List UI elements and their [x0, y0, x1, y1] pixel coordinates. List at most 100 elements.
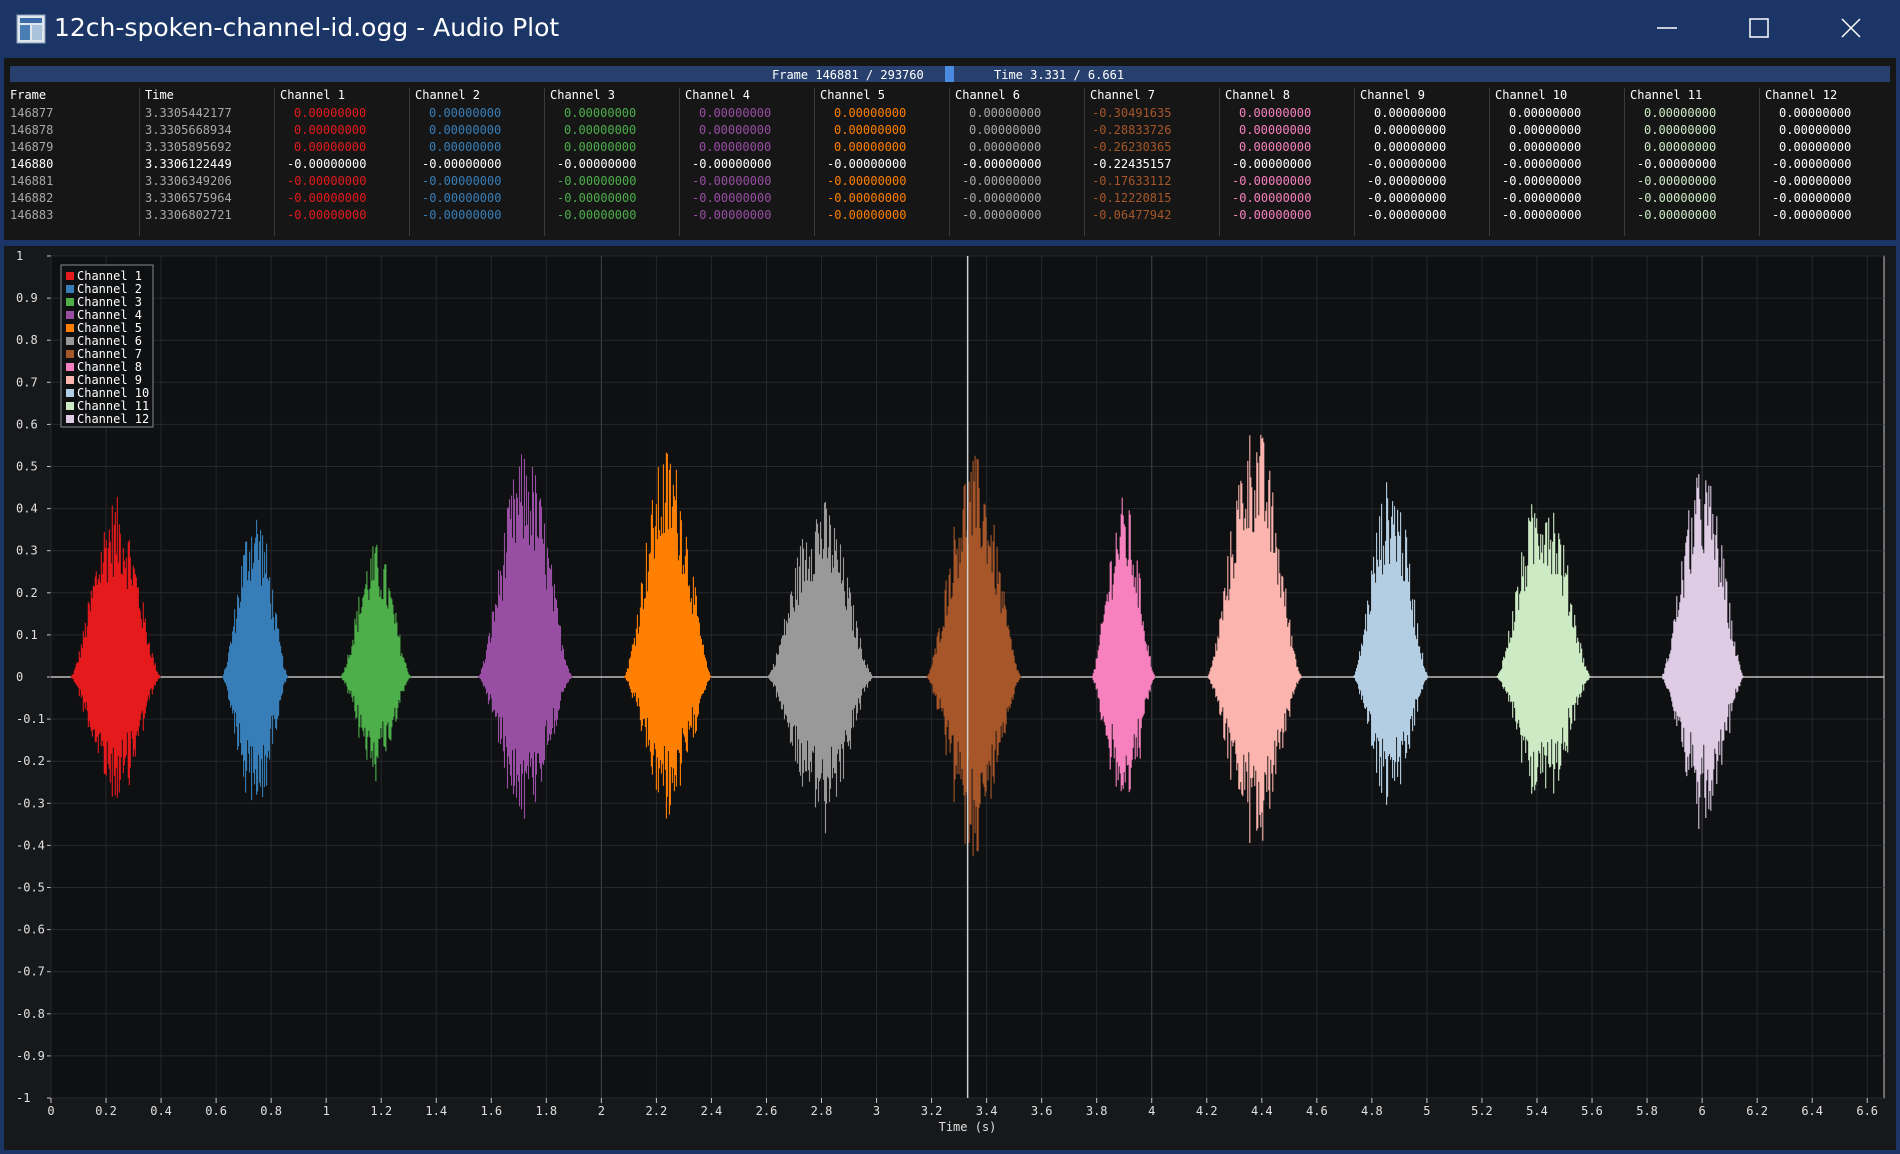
legend-swatch — [66, 298, 74, 306]
table-cell: -0.00000000 — [692, 157, 772, 171]
table-cell: -0.00000000 — [287, 174, 367, 188]
x-tick-label: 5.4 — [1526, 1104, 1548, 1118]
table-cell: -0.22435157 — [1092, 157, 1172, 171]
y-tick-label: 0.6 — [16, 417, 38, 431]
column-divider — [1489, 88, 1490, 236]
table-cell: -0.00000000 — [422, 174, 502, 188]
x-tick-label: 2.4 — [701, 1104, 723, 1118]
table-cell: -0.00000000 — [557, 157, 637, 171]
table-cell: -0.00000000 — [1637, 157, 1717, 171]
table-row[interactable]: 146881 3.3306349206 -0.00000000 -0.00000000… — [4, 173, 1896, 190]
legend-label: Channel 3 — [77, 295, 142, 309]
table-cell: -0.00000000 — [1502, 157, 1582, 171]
table-cell: -0.00000000 — [962, 208, 1042, 222]
legend-swatch — [66, 376, 74, 384]
column-header: Channel 12 — [1765, 88, 1838, 102]
table-cell: -0.12220815 — [1092, 191, 1172, 205]
table-cell: 0.00000000 — [1374, 106, 1447, 120]
table-cell: -0.00000000 — [1772, 208, 1852, 222]
table-cell: 0.00000000 — [1644, 123, 1717, 137]
table-cell: 0.00000000 — [564, 123, 637, 137]
legend-label: Channel 8 — [77, 360, 142, 374]
column-divider — [544, 88, 545, 236]
legend-label: Channel 1 — [77, 269, 142, 283]
table-cell: 0.00000000 — [834, 123, 907, 137]
table-cell: 0.00000000 — [699, 140, 772, 154]
legend-swatch — [66, 402, 74, 410]
y-tick-label: 0 — [16, 670, 23, 684]
column-divider — [949, 88, 950, 236]
x-tick-label: 0.8 — [260, 1104, 282, 1118]
table-row[interactable]: 146880 3.3306122449 -0.00000000 -0.00000000… — [4, 156, 1896, 173]
table-cell: 146879 — [10, 140, 54, 154]
y-tick-label: -0.1 — [16, 712, 45, 726]
table-cell: -0.00000000 — [827, 208, 907, 222]
table-cell: -0.00000000 — [1232, 191, 1312, 205]
table-row[interactable]: 146877 3.3305442177 0.00000000 0.00000000 0.… — [4, 105, 1896, 122]
legend-swatch — [66, 285, 74, 293]
x-tick-label: 5.8 — [1636, 1104, 1658, 1118]
y-tick-label: 0.3 — [16, 544, 38, 558]
legend-label: Channel 2 — [77, 282, 142, 296]
waveform-chart[interactable]: 1 0.9 0.8 0.7 0.6 0.5 0.4 0.3 0.2 0.1 0 -0.1 -0.2 -0.… — [4, 246, 1896, 1150]
table-cell: 146883 — [10, 208, 54, 222]
table-cell: 0.00000000 — [834, 140, 907, 154]
close-button[interactable] — [1806, 0, 1898, 58]
table-row[interactable]: 146878 3.3305668934 0.00000000 0.00000000 0.… — [4, 122, 1896, 139]
x-tick-label: 5.6 — [1581, 1104, 1603, 1118]
table-cell: 0.00000000 — [1374, 123, 1447, 137]
table-cell: -0.00000000 — [962, 191, 1042, 205]
table-row[interactable]: 146882 3.3306575964 -0.00000000 -0.00000000… — [4, 190, 1896, 207]
column-header: Channel 3 — [550, 88, 616, 102]
legend-swatch — [66, 389, 74, 397]
table-cell: 0.00000000 — [1239, 140, 1312, 154]
y-tick-label: -1 — [16, 1091, 30, 1105]
column-header: Channel 6 — [955, 88, 1021, 102]
column-divider — [1624, 88, 1625, 236]
y-tick-label: 0.1 — [16, 628, 38, 642]
table-cell: 0.00000000 — [564, 140, 637, 154]
table-cell: 0.00000000 — [1374, 140, 1447, 154]
table-row[interactable]: 146879 3.3305895692 0.00000000 0.00000000 0.… — [4, 139, 1896, 156]
table-cell: -0.00000000 — [827, 191, 907, 205]
table-cell: -0.00000000 — [557, 174, 637, 188]
table-cell: -0.00000000 — [1232, 174, 1312, 188]
table-cell: -0.00000000 — [557, 208, 637, 222]
table-cell: 146882 — [10, 191, 54, 205]
table-cell: 0.00000000 — [834, 106, 907, 120]
position-handle[interactable] — [945, 66, 954, 82]
table-cell: 3.3305895692 — [145, 140, 232, 154]
column-header: Channel 4 — [685, 88, 751, 102]
column-divider — [409, 88, 410, 236]
minimize-button[interactable] — [1622, 0, 1714, 58]
table-cell: -0.00000000 — [287, 191, 367, 205]
column-divider — [814, 88, 815, 236]
column-header: Channel 5 — [820, 88, 886, 102]
table-row[interactable]: 146883 3.3306802721 -0.00000000 -0.00000000… — [4, 207, 1896, 224]
maximize-button[interactable] — [1714, 0, 1806, 58]
table-cell: 3.3306122449 — [145, 157, 232, 171]
x-tick-label: 1.2 — [370, 1104, 392, 1118]
column-divider — [274, 88, 275, 236]
column-header: Frame — [10, 88, 47, 102]
y-tick-label: -0.2 — [16, 754, 45, 768]
y-tick-label: 0.7 — [16, 375, 38, 389]
audio-plot[interactable]: 1 0.9 0.8 0.7 0.6 0.5 0.4 0.3 0.2 0.1 0 -0.1 -0.2 -0.… — [4, 246, 1896, 1150]
table-cell: 3.3306349206 — [145, 174, 232, 188]
x-tick-label: 0.6 — [205, 1104, 227, 1118]
y-tick-label: 0.4 — [16, 502, 38, 516]
table-cell: -0.00000000 — [692, 191, 772, 205]
table-cell: -0.00000000 — [1637, 191, 1717, 205]
app-icon — [16, 14, 46, 44]
table-cell: -0.00000000 — [962, 174, 1042, 188]
table-cell: 0.00000000 — [969, 140, 1042, 154]
table-cell: -0.00000000 — [1232, 157, 1312, 171]
table-cell: -0.30491635 — [1092, 106, 1172, 120]
table-cell: -0.00000000 — [1367, 191, 1447, 205]
table-cell: -0.00000000 — [827, 174, 907, 188]
y-tick-label: 0.2 — [16, 586, 38, 600]
table-cell: -0.00000000 — [692, 174, 772, 188]
table-cell: 0.00000000 — [1509, 106, 1582, 120]
table-cell: 0.00000000 — [969, 123, 1042, 137]
column-divider — [679, 88, 680, 236]
